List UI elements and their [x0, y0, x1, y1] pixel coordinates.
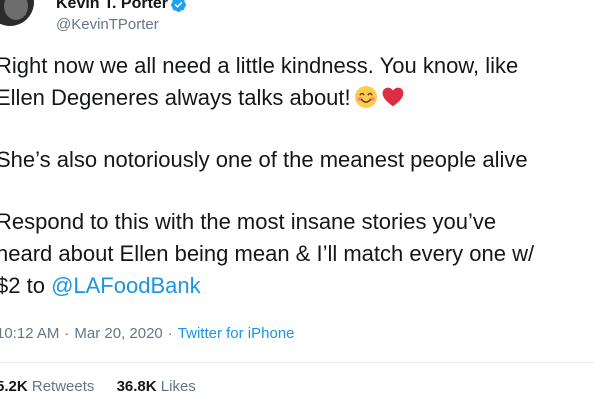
tweet-text: Right now we all need a little kindness.… — [0, 50, 594, 302]
likes-stat[interactable]: 36.8K Likes — [117, 378, 196, 395]
tweet-line-text: Ellen Degeneres always talks about! — [0, 85, 351, 110]
separator: · — [167, 325, 173, 342]
tweet-line: She’s also notoriously one of the meanes… — [0, 147, 528, 172]
tweet-date[interactable]: Mar 20, 2020 — [74, 325, 162, 342]
tweet-line-text: $2 to — [0, 273, 45, 298]
smiling-face-icon — [354, 86, 377, 108]
divider — [0, 362, 594, 363]
avatar[interactable] — [0, 0, 34, 26]
tweet-line: Ellen Degeneres always talks about! — [0, 82, 594, 114]
retweets-stat[interactable]: 5.2K Retweets — [0, 378, 94, 395]
engagement-stats: 5.2K Retweets 36.8K Likes — [0, 378, 196, 395]
separator: · — [64, 325, 70, 342]
red-heart-icon — [382, 87, 404, 107]
tweet-source-link[interactable]: Twitter for iPhone — [178, 325, 295, 342]
author-handle[interactable]: @KevinTPorter — [56, 16, 159, 33]
retweets-count: 5.2K — [0, 378, 28, 395]
likes-count: 36.8K — [116, 378, 157, 395]
tweet-line: Respond to this with the most insane sto… — [0, 209, 497, 234]
tweet-time[interactable]: 10:12 AM — [0, 325, 59, 342]
retweets-label: Retweets — [31, 378, 95, 395]
tweet-line: heard about Ellen being mean & I’ll matc… — [0, 241, 535, 266]
tweet-meta: 10:12 AM · Mar 20, 2020 · Twitter for iPhone — [0, 325, 295, 342]
author-display-name[interactable]: Kevin T. Porter — [56, 0, 168, 13]
tweet-line: Right now we all need a little kindness.… — [0, 53, 519, 78]
verified-badge-icon — [171, 0, 186, 12]
mention-link[interactable]: @LAFoodBank — [51, 273, 201, 298]
likes-label: Likes — [160, 378, 196, 395]
tweet-line: $2 to @LAFoodBank — [0, 270, 594, 302]
